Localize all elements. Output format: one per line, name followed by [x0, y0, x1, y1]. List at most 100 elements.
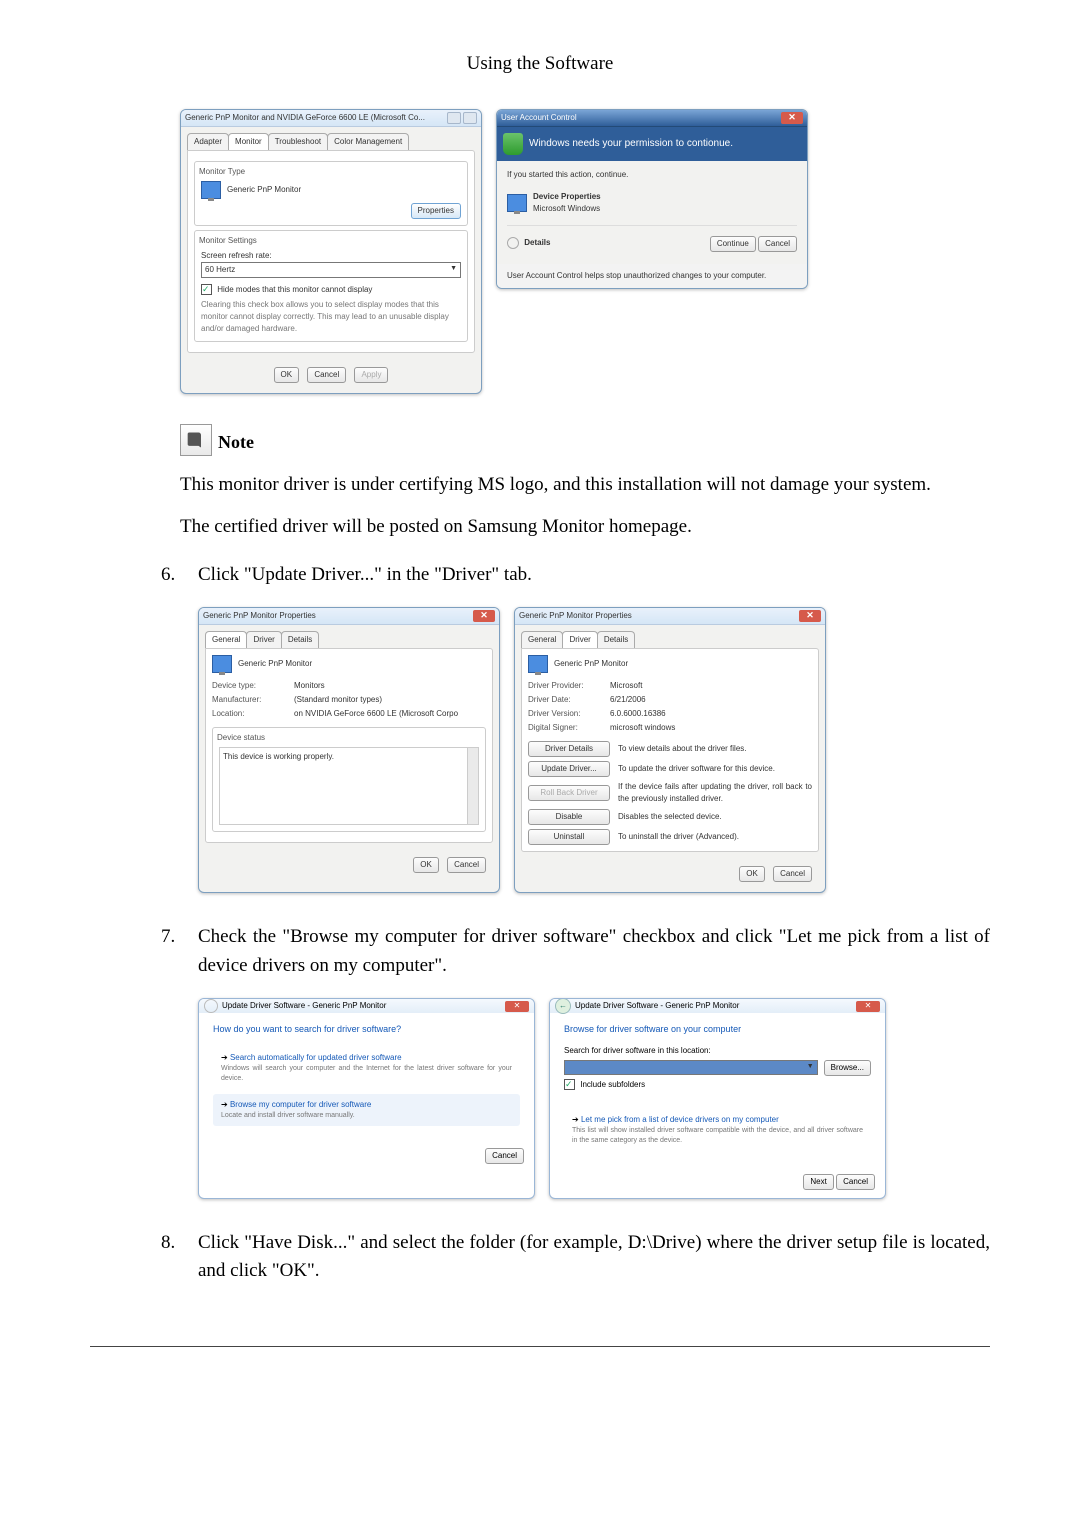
refresh-rate-select[interactable]: 60 Hertz ▼ — [201, 262, 461, 278]
tab-general[interactable]: General — [521, 631, 563, 648]
digital-signer-value: microsoft windows — [610, 722, 675, 734]
device-type-label: Device type: — [212, 680, 284, 692]
close-icon[interactable]: ✕ — [856, 1001, 880, 1012]
uac-dialog: User Account Control ✕ Windows needs you… — [496, 109, 808, 289]
close-icon[interactable]: ✕ — [781, 112, 803, 124]
back-icon[interactable]: ← — [555, 998, 571, 1014]
scrollbar[interactable] — [467, 748, 478, 824]
screenshot-row-3: Update Driver Software - Generic PnP Mon… — [198, 998, 990, 1199]
clear-checkbox-note: Clearing this check box allows you to se… — [201, 299, 461, 335]
include-subfolders-label: Include subfolders — [580, 1080, 645, 1089]
uac-started-text: If you started this action, continue. — [507, 169, 797, 181]
breadcrumb: Update Driver Software - Generic PnP Mon… — [575, 1000, 739, 1012]
search-automatically-option[interactable]: ➔ Search automatically for updated drive… — [213, 1047, 520, 1090]
note-icon — [180, 424, 212, 456]
driver-date-value: 6/21/2006 — [610, 694, 646, 706]
tab-adapter[interactable]: Adapter — [187, 133, 229, 150]
close-icon[interactable]: ✕ — [799, 610, 821, 622]
breadcrumb: Update Driver Software - Generic PnP Mon… — [222, 1000, 386, 1012]
update-driver-desc: To update the driver software for this d… — [618, 763, 812, 775]
ok-button[interactable]: OK — [739, 866, 765, 882]
disable-desc: Disables the selected device. — [618, 811, 812, 823]
titlebar-uac: User Account Control ✕ — [497, 110, 807, 127]
tab-monitor[interactable]: Monitor — [228, 133, 269, 150]
update-driver-button[interactable]: Update Driver... — [528, 761, 610, 777]
search-location-label: Search for driver software in this locat… — [564, 1045, 871, 1057]
cancel-button[interactable]: Cancel — [307, 367, 346, 383]
uninstall-desc: To uninstall the driver (Advanced). — [618, 831, 812, 843]
browse-my-computer-option[interactable]: ➔ Browse my computer for driver software… — [213, 1094, 520, 1127]
monitor-type-label: Monitor Type — [199, 166, 461, 178]
tab-color-management[interactable]: Color Management — [327, 133, 409, 150]
cancel-button[interactable]: Cancel — [485, 1148, 524, 1164]
monitor-icon — [201, 181, 221, 199]
note-label: Note — [218, 429, 254, 456]
uac-title: User Account Control — [501, 112, 577, 124]
monitor-properties-dialog: Generic PnP Monitor and NVIDIA GeForce 6… — [180, 109, 482, 394]
tab-general[interactable]: General — [205, 631, 247, 648]
continue-button[interactable]: Continue — [710, 236, 756, 252]
properties-button[interactable]: Properties — [411, 203, 461, 219]
pnp-properties-driver: Generic PnP Monitor Properties ✕ General… — [514, 607, 826, 893]
location-label: Location: — [212, 708, 284, 720]
next-button[interactable]: Next — [803, 1174, 833, 1190]
refresh-rate-value: 60 Hertz — [205, 264, 235, 276]
monitor-icon — [212, 655, 232, 673]
ok-button[interactable]: OK — [274, 367, 300, 383]
cancel-button[interactable]: Cancel — [447, 857, 486, 873]
refresh-rate-label: Screen refresh rate: — [201, 250, 461, 262]
wizard-titlebar: Update Driver Software - Generic PnP Mon… — [199, 999, 534, 1013]
minimize-icon[interactable] — [447, 112, 461, 124]
uninstall-button[interactable]: Uninstall — [528, 829, 610, 845]
driver-details-button[interactable]: Driver Details — [528, 741, 610, 757]
driver-date-label: Driver Date: — [528, 694, 600, 706]
hide-modes-checkbox[interactable] — [201, 284, 212, 295]
digital-signer-label: Digital Signer: — [528, 722, 600, 734]
step-7: Check the "Browse my computer for driver… — [180, 923, 990, 1199]
monitor-type-value: Generic PnP Monitor — [227, 184, 301, 196]
chevron-down-icon[interactable] — [507, 237, 519, 249]
driver-provider-label: Driver Provider: — [528, 680, 600, 692]
cancel-button[interactable]: Cancel — [758, 236, 797, 252]
disable-button[interactable]: Disable — [528, 809, 610, 825]
tab-driver[interactable]: Driver — [562, 631, 597, 648]
include-subfolders-checkbox[interactable] — [564, 1079, 575, 1090]
uac-banner-text: Windows needs your permission to contion… — [529, 136, 733, 151]
monitor-settings-label: Monitor Settings — [199, 235, 461, 247]
tabs: Adapter Monitor Troubleshoot Color Manag… — [181, 127, 481, 150]
ok-button[interactable]: OK — [413, 857, 439, 873]
manufacturer-value: (Standard monitor types) — [294, 694, 382, 706]
location-value: on NVIDIA GeForce 6600 LE (Microsoft Cor… — [294, 708, 458, 720]
cancel-button[interactable]: Cancel — [836, 1174, 875, 1190]
browse-button[interactable]: Browse... — [824, 1060, 871, 1076]
monitor-icon — [528, 655, 548, 673]
pnp-properties-general: Generic PnP Monitor Properties ✕ General… — [198, 607, 500, 893]
close-icon[interactable] — [463, 112, 477, 124]
back-icon[interactable] — [204, 999, 218, 1013]
tab-driver[interactable]: Driver — [246, 631, 281, 648]
tab-details[interactable]: Details — [597, 631, 635, 648]
step-7-text: Check the "Browse my computer for driver… — [198, 926, 990, 976]
dialog-title: Generic PnP Monitor Properties — [203, 610, 316, 622]
let-me-pick-title: Let me pick from a list of device driver… — [581, 1115, 779, 1124]
dialog-footer: OK Cancel Apply — [181, 359, 481, 393]
screenshot-row-2: Generic PnP Monitor Properties ✕ General… — [198, 607, 990, 893]
uac-banner: Windows needs your permission to contion… — [497, 127, 807, 161]
rollback-driver-button[interactable]: Roll Back Driver — [528, 785, 610, 801]
tab-body: Monitor Type Generic PnP Monitor Propert… — [187, 150, 475, 353]
close-icon[interactable]: ✕ — [473, 610, 495, 622]
titlebar: Generic PnP Monitor and NVIDIA GeForce 6… — [181, 110, 481, 127]
tab-details[interactable]: Details — [281, 631, 319, 648]
close-icon[interactable]: ✕ — [505, 1001, 529, 1012]
location-input[interactable]: ▼ — [564, 1060, 818, 1075]
steps-list: Click "Update Driver..." in the "Driver"… — [90, 561, 990, 1286]
wizard-heading: How do you want to search for driver sof… — [213, 1023, 520, 1037]
device-type-value: Monitors — [294, 680, 325, 692]
chevron-down-icon: ▼ — [450, 264, 457, 275]
uac-footer-note: User Account Control helps stop unauthor… — [497, 264, 807, 288]
let-me-pick-option[interactable]: ➔ Let me pick from a list of device driv… — [564, 1109, 871, 1152]
uac-details-toggle[interactable]: Details — [524, 239, 550, 248]
apply-button[interactable]: Apply — [354, 367, 388, 383]
tab-troubleshoot[interactable]: Troubleshoot — [268, 133, 328, 150]
cancel-button[interactable]: Cancel — [773, 866, 812, 882]
